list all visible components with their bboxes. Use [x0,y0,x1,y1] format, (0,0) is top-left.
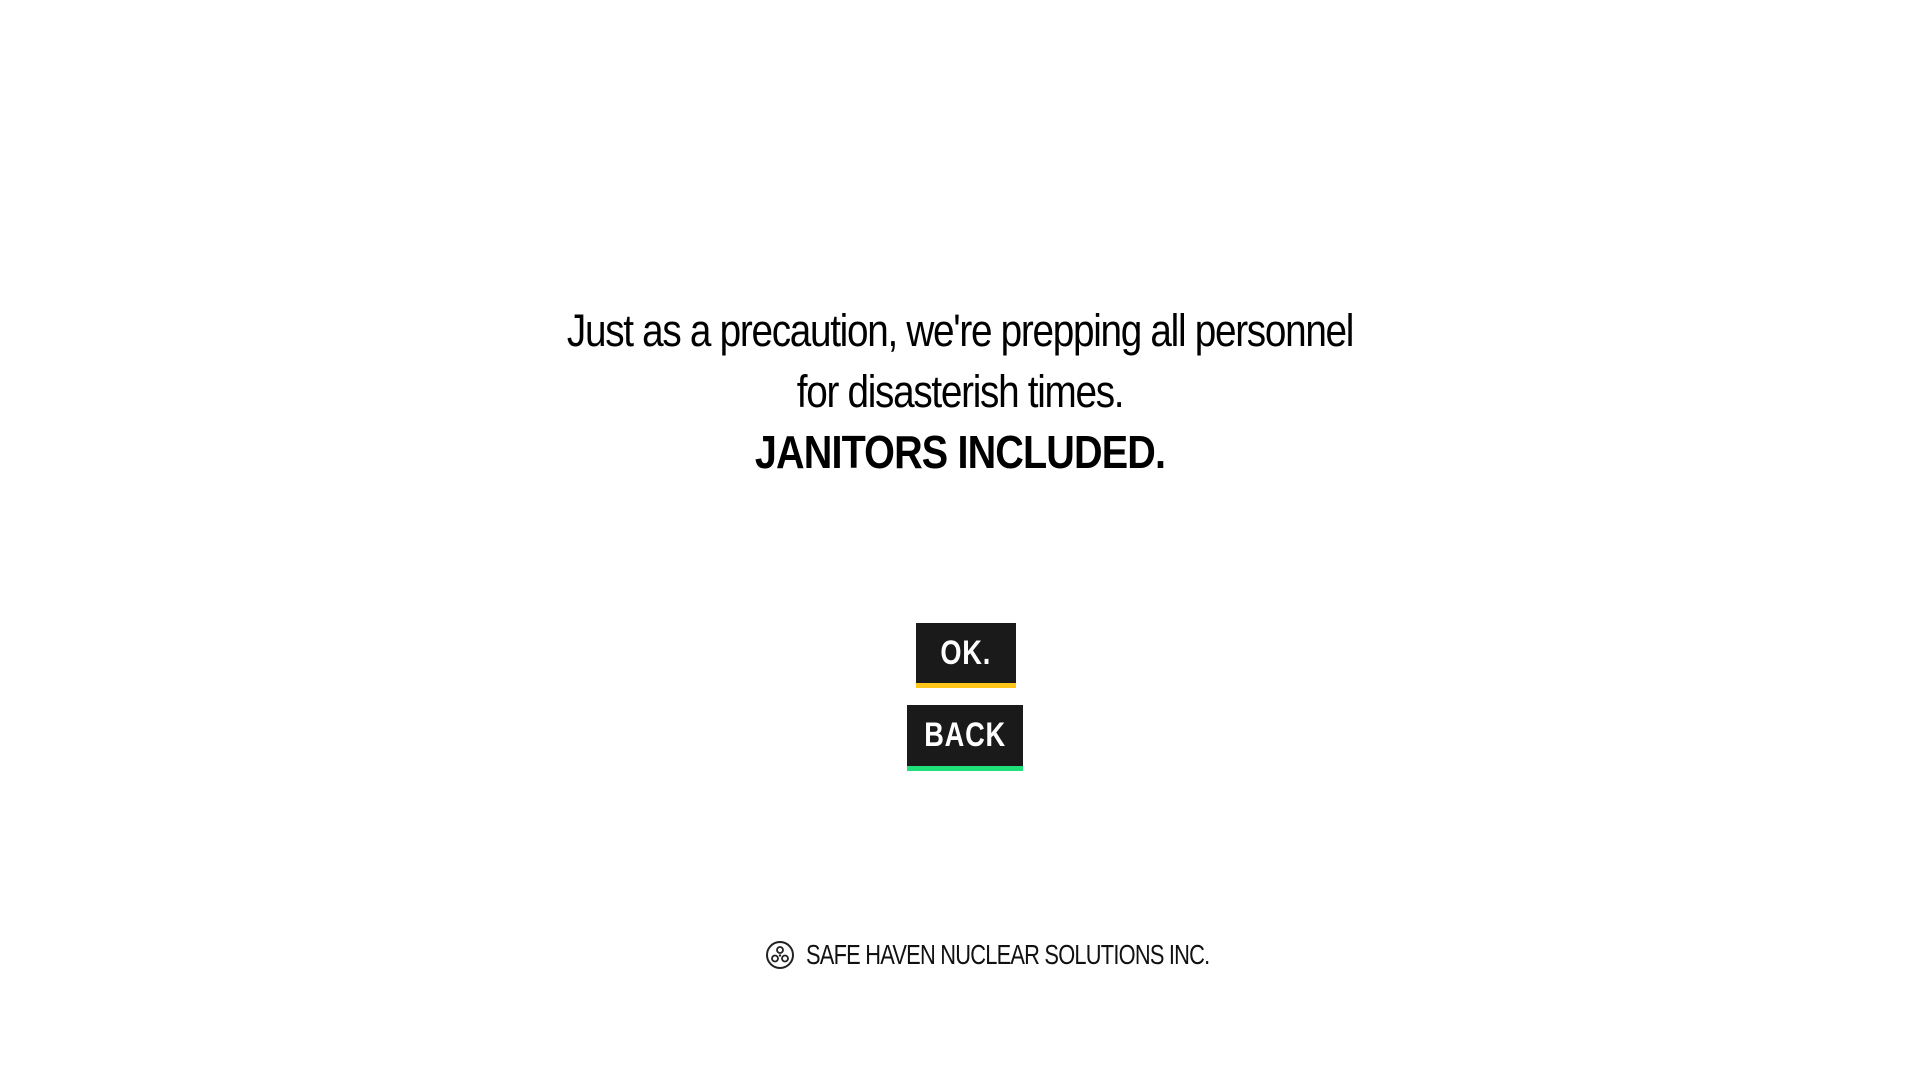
footer: SAFE HAVEN NUCLEAR SOLUTIONS INC. [0,938,1920,972]
screen: Just as a precaution, we're prepping all… [0,0,1920,1080]
back-button[interactable]: BACK [907,705,1023,771]
ok-button[interactable]: OK. [916,623,1016,688]
message-emphasis: JANITORS INCLUDED. [754,426,1166,478]
message-line-1: Just as a precaution, we're prepping all… [566,305,1354,356]
ok-button-label: OK. [940,634,992,672]
radiation-logo-icon [764,939,796,971]
company-name: SAFE HAVEN NUCLEAR SOLUTIONS INC. [806,939,1210,970]
message-line-2: for disasterish times. [796,366,1125,417]
info-message: Just as a precaution, we're prepping all… [0,300,1920,483]
back-button-label: BACK [924,716,1006,754]
